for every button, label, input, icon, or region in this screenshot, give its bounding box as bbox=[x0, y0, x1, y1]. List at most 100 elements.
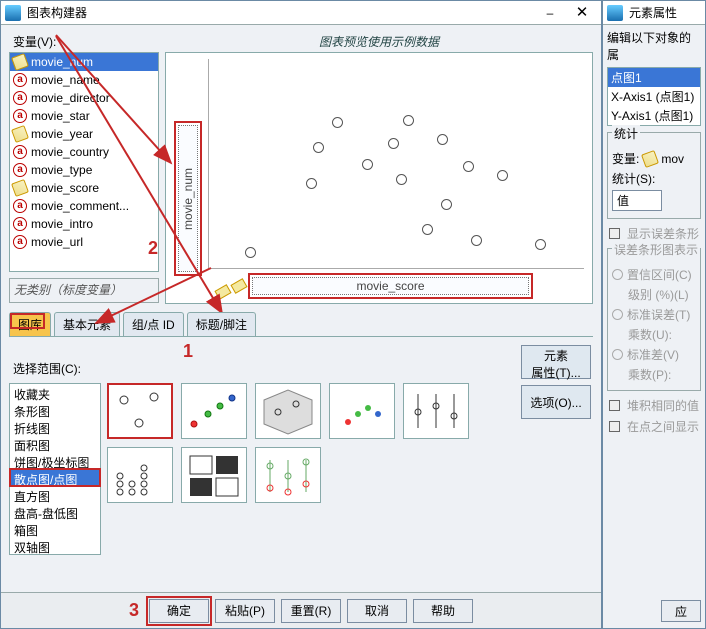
variable-item[interactable]: a movie_director bbox=[10, 89, 158, 107]
tab-group-point-id[interactable]: 组/点 ID bbox=[123, 312, 184, 336]
data-point bbox=[441, 199, 452, 210]
variable-item[interactable]: movie_year bbox=[10, 125, 158, 143]
confidence-radio bbox=[612, 269, 623, 280]
gallery-item-simple-dot[interactable] bbox=[107, 447, 173, 503]
help-button[interactable]: 帮助 bbox=[413, 599, 473, 623]
gallery-item-grouped-scatter[interactable] bbox=[181, 383, 247, 439]
variables-list[interactable]: movie_numamovie_nameamovie_directoramovi… bbox=[9, 52, 159, 272]
data-point bbox=[497, 170, 508, 181]
text-icon: a bbox=[13, 199, 27, 213]
window-title: 元素属性 bbox=[629, 4, 701, 21]
section-tabs: 图库 基本元素 组/点 ID 标题/脚注 bbox=[9, 312, 593, 337]
variable-item[interactable]: a movie_name bbox=[10, 71, 158, 89]
y-axis-drop-zone[interactable]: movie_num bbox=[174, 121, 202, 276]
variable-label: 变量: bbox=[612, 150, 639, 167]
chart-type-item[interactable]: 面积图 bbox=[10, 435, 100, 452]
variable-item[interactable]: amovie_url bbox=[10, 233, 158, 251]
variable-item[interactable]: movie_num bbox=[10, 53, 158, 71]
gallery-item-summary-point[interactable] bbox=[403, 383, 469, 439]
variables-panel: 变量(V): movie_numamovie_nameamovie_direct… bbox=[9, 33, 159, 304]
show-error-bars-label: 显示误差条形 bbox=[627, 225, 699, 242]
variable-name: movie_name bbox=[31, 73, 100, 87]
statistic-label: 统计(S): bbox=[612, 170, 655, 187]
pin-icon[interactable]: – bbox=[535, 4, 565, 22]
variable-item[interactable]: a movie_intro bbox=[10, 215, 158, 233]
variable-item[interactable]: movie_score bbox=[10, 179, 158, 197]
statistic-dropdown[interactable]: 值 bbox=[612, 190, 662, 211]
annotation-label-2: 2 bbox=[148, 238, 158, 259]
variable-item[interactable]: amovie_star bbox=[10, 107, 158, 125]
data-point bbox=[535, 239, 546, 250]
data-point bbox=[437, 134, 448, 145]
variable-item[interactable]: amovie_type bbox=[10, 161, 158, 179]
chart-type-item[interactable]: 折线图 bbox=[10, 418, 100, 435]
gallery-section: 图库 基本元素 组/点 ID 标题/脚注 1 选择范围(C): 收藏夹条形图折线… bbox=[1, 308, 601, 559]
text-icon: a bbox=[13, 73, 27, 87]
ruler-icon bbox=[641, 150, 659, 168]
gallery-item-3d-scatter[interactable] bbox=[255, 383, 321, 439]
data-point bbox=[306, 178, 317, 189]
preview-canvas[interactable]: movie_num movie_score 2 bbox=[165, 52, 593, 304]
gallery-item-drop-line[interactable] bbox=[255, 447, 321, 503]
cancel-button[interactable]: 取消 bbox=[347, 599, 407, 623]
close-icon[interactable]: ✕ bbox=[567, 4, 597, 22]
variable-item[interactable]: a movie_country bbox=[10, 143, 158, 161]
gallery-item-grouped-3d-scatter[interactable] bbox=[329, 383, 395, 439]
data-point bbox=[396, 174, 407, 185]
list-item[interactable]: 点图1 bbox=[608, 68, 700, 87]
text-icon: a bbox=[13, 91, 27, 105]
variable-name: movie_num bbox=[31, 55, 93, 69]
chart-type-item[interactable]: 条形图 bbox=[10, 401, 100, 418]
reset-button[interactable]: 重置(R) bbox=[281, 599, 341, 623]
app-icon bbox=[607, 5, 623, 21]
list-item[interactable]: X-Axis1 (点图1) bbox=[608, 87, 700, 106]
variable-item[interactable]: amovie_comment... bbox=[10, 197, 158, 215]
variable-name: movie_year bbox=[31, 127, 93, 141]
variable-name: movie_star bbox=[31, 109, 90, 123]
stderr-radio bbox=[612, 309, 623, 320]
variables-label: 变量(V): bbox=[13, 33, 159, 50]
options-button[interactable]: 选项(O)... bbox=[521, 385, 591, 419]
dialog-footer: 3 确定 粘贴(P) 重置(R) 取消 帮助 bbox=[1, 592, 601, 628]
apply-button[interactable]: 应 bbox=[661, 600, 701, 622]
chart-type-item[interactable]: 直方图 bbox=[10, 486, 100, 503]
tab-basic-elements[interactable]: 基本元素 bbox=[54, 312, 120, 336]
object-list[interactable]: 点图1 X-Axis1 (点图1) Y-Axis1 (点图1) bbox=[607, 67, 701, 126]
variable-name: movie_country bbox=[31, 145, 109, 159]
tab-titles-footnotes[interactable]: 标题/脚注 bbox=[187, 312, 256, 336]
element-properties-button[interactable]: 元素 属性(T)... bbox=[521, 345, 591, 379]
chart-type-item[interactable]: 饼图/极坐标图 bbox=[10, 452, 100, 469]
annotation-tab-highlight bbox=[10, 313, 45, 329]
variable-name: movie_score bbox=[31, 181, 99, 195]
paste-button[interactable]: 粘贴(P) bbox=[215, 599, 275, 623]
select-range-label: 选择范围(C): bbox=[13, 360, 593, 377]
gallery-item-scatter-matrix[interactable] bbox=[181, 447, 247, 503]
text-icon: a bbox=[13, 145, 27, 159]
data-point bbox=[388, 138, 399, 149]
preview-panel: 图表预览使用示例数据 movie_num movie_score 2 bbox=[165, 33, 593, 304]
app-icon bbox=[5, 5, 21, 21]
chart-type-item[interactable]: 盘高-盘低图 bbox=[10, 503, 100, 520]
no-category-box: 无类别（标度变量） bbox=[9, 278, 159, 303]
data-point bbox=[313, 142, 324, 153]
chart-type-item[interactable]: 双轴图 bbox=[10, 537, 100, 554]
chart-type-item[interactable]: 收藏夹 bbox=[10, 384, 100, 401]
ok-button[interactable]: 确定 bbox=[149, 599, 209, 623]
annotation-label-3: 3 bbox=[129, 600, 139, 621]
list-item[interactable]: Y-Axis1 (点图1) bbox=[608, 106, 700, 125]
group-title: 误差条形图表示 bbox=[612, 241, 700, 258]
data-point bbox=[332, 117, 343, 128]
x-axis-drop-zone[interactable]: movie_score bbox=[248, 273, 533, 299]
data-point bbox=[422, 224, 433, 235]
chart-type-item[interactable]: 箱图 bbox=[10, 520, 100, 537]
variable-name: movie_intro bbox=[31, 217, 93, 231]
data-point bbox=[463, 161, 474, 172]
x-axis-label: movie_score bbox=[356, 279, 424, 293]
chart-type-list[interactable]: 收藏夹条形图折线图面积图饼图/极坐标图散点图/点图直方图盘高-盘低图箱图双轴图 bbox=[9, 383, 101, 555]
gallery-item-simple-scatter[interactable] bbox=[107, 383, 173, 439]
variable-name: movie_director bbox=[31, 91, 110, 105]
chart-type-item[interactable]: 散点图/点图 bbox=[10, 469, 100, 486]
text-icon: a bbox=[13, 217, 27, 231]
y-axis-label: movie_num bbox=[181, 167, 195, 229]
variable-value: mov bbox=[661, 152, 684, 166]
